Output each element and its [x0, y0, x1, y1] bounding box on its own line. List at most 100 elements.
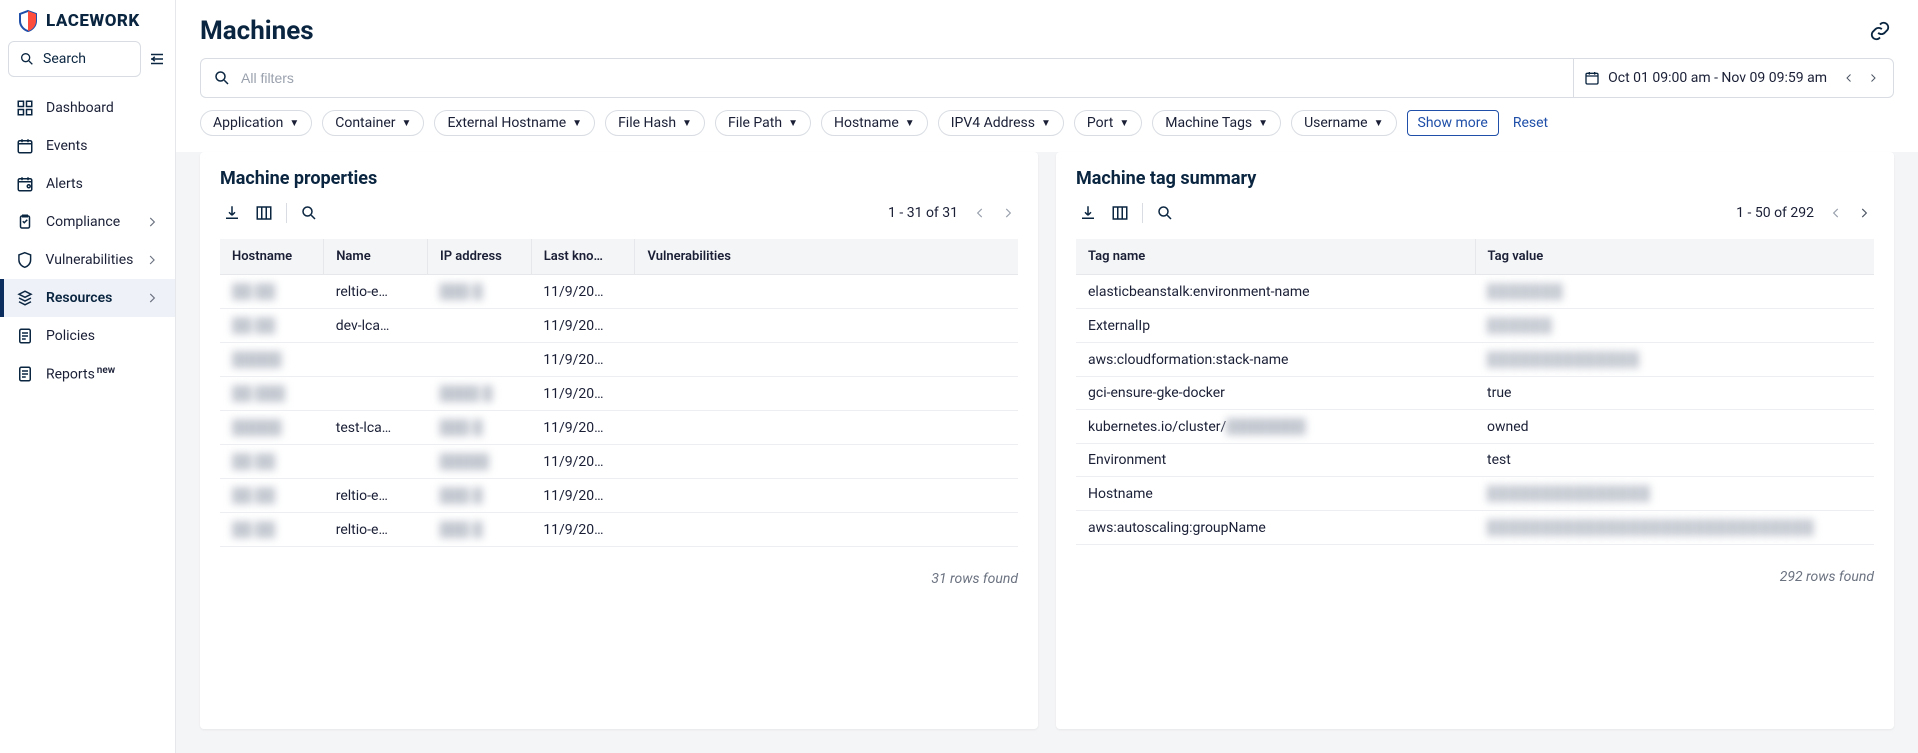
column-header[interactable]: Hostname: [220, 239, 324, 275]
page-next-button[interactable]: [1854, 203, 1874, 223]
sidebar-item-label: Policies: [46, 328, 95, 344]
sidebar-item-reports[interactable]: Reportsnew: [0, 355, 175, 393]
main: Machines Oct 01 09:00 am - Nov 09 09:59 …: [176, 0, 1918, 753]
column-header[interactable]: Name: [324, 239, 428, 275]
machine-tag-summary-panel: Machine tag summary 1 - 50 of 292 Tag na…: [1056, 152, 1894, 729]
table-row[interactable]: elasticbeanstalk:environment-name ██████…: [1076, 275, 1874, 309]
page-prev-button[interactable]: [1826, 203, 1846, 223]
filter-chip-file-hash[interactable]: File Hash▼: [605, 110, 705, 136]
filter-chip-ipv4-address[interactable]: IPV4 Address ▼: [938, 110, 1064, 136]
table-row[interactable]: Hostname ███████████████: [1076, 477, 1874, 511]
page-prev-button[interactable]: [970, 203, 990, 223]
filter-chip-file-path[interactable]: File Path▼: [715, 110, 811, 136]
table-row[interactable]: gci-ensure-gke-docker true: [1076, 377, 1874, 410]
panel-search-button[interactable]: [297, 201, 321, 225]
sidebar-item-events[interactable]: Events: [0, 127, 175, 165]
column-header[interactable]: Tag name: [1076, 239, 1475, 275]
sidebar-item-vulnerabilities[interactable]: Vulnerabilities: [0, 241, 175, 279]
table-row[interactable]: █████ test-lca… ███ █ 11/9/20…: [220, 411, 1018, 445]
page-header: Machines: [176, 0, 1918, 58]
vuln-cell: [635, 513, 1018, 547]
download-button[interactable]: [220, 201, 244, 225]
name-cell: test-lca…: [324, 411, 428, 445]
caret-down-icon: ▼: [1041, 118, 1051, 129]
table-row[interactable]: aws:cloudformation:stack-name ██████████…: [1076, 343, 1874, 377]
columns-button[interactable]: [252, 201, 276, 225]
tagname-cell: Environment: [1076, 444, 1475, 477]
show-more-button[interactable]: Show more: [1407, 110, 1499, 136]
table-row[interactable]: ██ ██ reltio-e… ███ █ 11/9/20…: [220, 513, 1018, 547]
sidebar-collapse-button[interactable]: [147, 49, 167, 69]
chevron-right-icon: [1857, 206, 1871, 220]
copy-link-button[interactable]: [1866, 17, 1894, 45]
sidebar-item-resources[interactable]: Resources: [0, 279, 175, 317]
filter-chip-machine-tags[interactable]: Machine Tags▼: [1152, 110, 1281, 136]
tagvalue-cell: true: [1475, 377, 1874, 410]
table-row[interactable]: ██ ██ reltio-e… ███ █ 11/9/20…: [220, 275, 1018, 309]
name-cell: [324, 445, 428, 479]
rows-found-text: 292 rows found: [1076, 569, 1874, 585]
table-row[interactable]: Environment test: [1076, 444, 1874, 477]
sidebar-item-compliance[interactable]: Compliance: [0, 203, 175, 241]
panel-search-button[interactable]: [1153, 201, 1177, 225]
name-cell: [324, 343, 428, 377]
sidebar-item-label: Dashboard: [46, 100, 114, 116]
table-row[interactable]: ██ ██ █████ 11/9/20…: [220, 445, 1018, 479]
sidebar-item-dashboard[interactable]: Dashboard: [0, 89, 175, 127]
reset-link[interactable]: Reset: [1513, 115, 1548, 131]
column-header[interactable]: Last kno…: [531, 239, 635, 275]
table-row[interactable]: ExternalIp ██████: [1076, 309, 1874, 343]
table-row[interactable]: █████ 11/9/20…: [220, 343, 1018, 377]
sidebar-item-alerts[interactable]: Alerts: [0, 165, 175, 203]
chevron-left-icon: [1843, 72, 1855, 84]
rows-found-text: 31 rows found: [220, 571, 1018, 587]
columns-button[interactable]: [1108, 201, 1132, 225]
reports-icon: [16, 365, 34, 383]
chevron-right-icon: [145, 291, 159, 305]
tagname-cell: Hostname: [1076, 477, 1475, 511]
name-cell: reltio-e…: [324, 479, 428, 513]
menu-collapse-icon: [148, 50, 166, 68]
table-row[interactable]: aws:autoscaling:groupName ██████████████…: [1076, 511, 1874, 545]
table-row[interactable]: ██ ███ ████ █ 11/9/20…: [220, 377, 1018, 411]
sidebar-item-label: Alerts: [46, 176, 83, 192]
lastknown-cell: 11/9/20…: [531, 411, 635, 445]
page-next-button[interactable]: [998, 203, 1018, 223]
filter-chip-username[interactable]: Username▼: [1291, 110, 1396, 136]
table-row[interactable]: kubernetes.io/cluster/████████ owned: [1076, 410, 1874, 444]
filter-chip-external-hostname[interactable]: External Hostname▼: [434, 110, 595, 136]
date-range-picker[interactable]: Oct 01 09:00 am - Nov 09 09:59 am: [1573, 58, 1894, 98]
sidebar-search-placeholder: Search: [43, 51, 86, 67]
chevron-right-icon: [145, 215, 159, 229]
date-next-button[interactable]: [1863, 68, 1883, 88]
column-header[interactable]: Vulnerabilities: [635, 239, 1018, 275]
filter-search[interactable]: [200, 58, 1573, 98]
lastknown-cell: 11/9/20…: [531, 479, 635, 513]
tagname-cell: aws:cloudformation:stack-name: [1076, 343, 1475, 377]
chip-label: IPV4 Address: [951, 115, 1035, 131]
download-button[interactable]: [1076, 201, 1100, 225]
download-icon: [1079, 204, 1097, 222]
column-header[interactable]: Tag value: [1475, 239, 1874, 275]
chevron-left-icon: [1829, 206, 1843, 220]
panel-toolbar: 1 - 31 of 31: [220, 201, 1018, 225]
caret-down-icon: ▼: [1119, 118, 1129, 129]
brand-logo: LACEWORK: [0, 0, 175, 41]
column-header[interactable]: IP address: [427, 239, 531, 275]
columns-icon: [255, 204, 273, 222]
filter-chip-application[interactable]: Application▼: [200, 110, 312, 136]
panel-title: Machine properties: [220, 168, 1018, 189]
content-body: Machine properties 1 - 31 of 31 Hostname…: [176, 152, 1918, 753]
panel-toolbar: 1 - 50 of 292: [1076, 201, 1874, 225]
sidebar-item-policies[interactable]: Policies: [0, 317, 175, 355]
brand-name: LACEWORK: [46, 11, 140, 31]
filter-search-input[interactable]: [241, 70, 1561, 86]
sidebar-search[interactable]: Search: [8, 41, 141, 77]
filter-chip-container[interactable]: Container▼: [322, 110, 424, 136]
table-row[interactable]: ██ ██ dev-lca… 11/9/20…: [220, 309, 1018, 343]
filter-chip-port[interactable]: Port▼: [1074, 110, 1142, 136]
date-prev-button[interactable]: [1839, 68, 1859, 88]
filter-chip-hostname[interactable]: Hostname▼: [821, 110, 928, 136]
table-row[interactable]: ██ ██ reltio-e… ███ █ 11/9/20…: [220, 479, 1018, 513]
sidebar-item-label: Events: [46, 138, 87, 154]
